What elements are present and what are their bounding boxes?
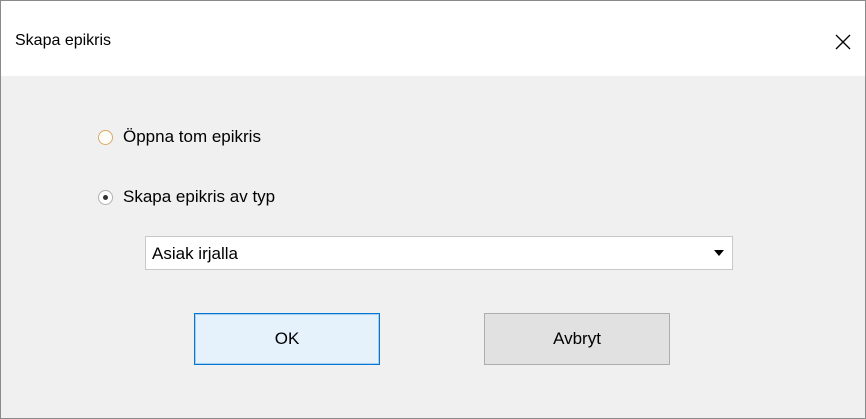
radio-create-by-type[interactable]: Skapa epikris av typ [98,187,275,207]
dialog-body: Öppna tom epikris Skapa epikris av typ A… [1,76,865,418]
dropdown-arrow-icon [714,250,724,256]
close-button[interactable] [821,21,865,63]
radio-dot [103,194,108,200]
radio-open-empty[interactable]: Öppna tom epikris [98,127,261,147]
ok-button[interactable]: OK [194,313,380,365]
radio-open-empty-label: Öppna tom epikris [123,127,261,146]
close-icon [835,34,851,50]
create-epicrisis-dialog: Skapa epikris Öppna tom epikris Skapa ep… [0,0,866,419]
radio-button-checked[interactable] [98,189,113,205]
title-bar[interactable]: Skapa epikris [1,1,865,76]
dialog-title: Skapa epikris [15,32,112,49]
radio-button-unchecked[interactable] [98,129,113,145]
dropdown-selected-value: Asiak irjalla [152,244,238,263]
dropdown-arrow-button[interactable] [706,237,732,269]
epicrisis-type-dropdown[interactable]: Asiak irjalla [145,236,733,270]
cancel-button[interactable]: Avbryt [484,313,670,365]
radio-create-by-type-label: Skapa epikris av typ [123,187,276,206]
